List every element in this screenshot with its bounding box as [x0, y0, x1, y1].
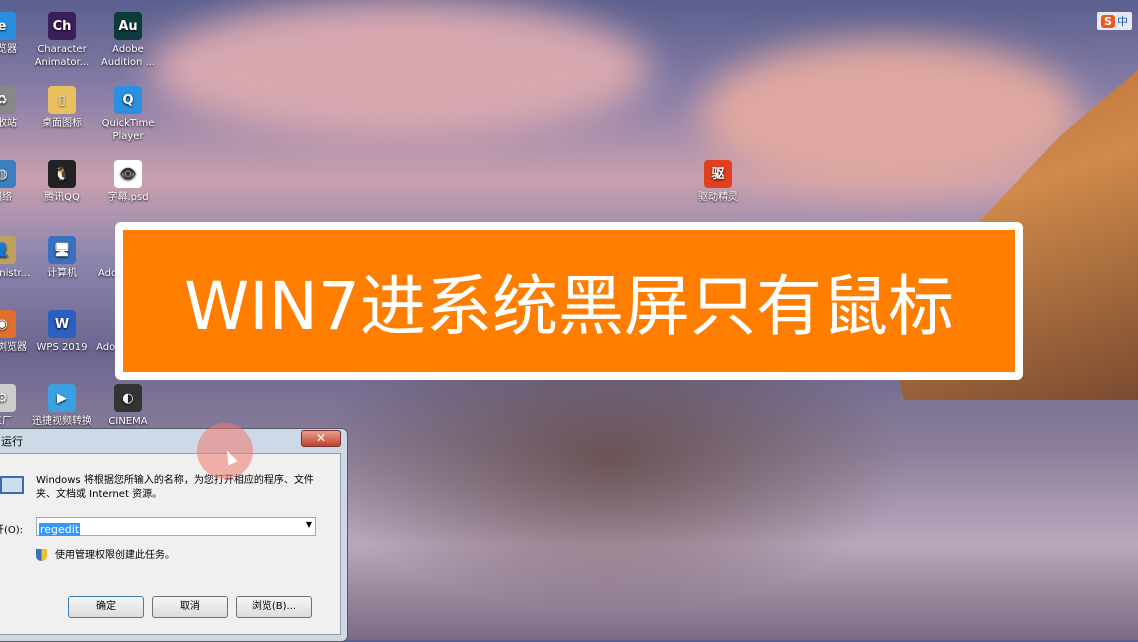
sogou-logo-icon: S — [1101, 14, 1115, 28]
app-icon: e — [0, 12, 16, 40]
icon-label: 安全浏览器 — [0, 342, 27, 353]
desktop-icon[interactable]: ▶ 迅捷视频转换 — [30, 384, 94, 428]
icon-label: 迅捷视频转换 — [32, 416, 92, 427]
app-icon: ▯ — [48, 86, 76, 114]
app-icon: ◐ — [114, 384, 142, 412]
desktop-icon[interactable]: e 浏览器 — [0, 12, 34, 56]
icon-label: 浏览器 — [0, 44, 17, 55]
uac-text: 使用管理权限创建此任务。 — [55, 550, 175, 561]
dialog-title: 运行 — [1, 435, 23, 448]
desktop-icon[interactable]: 👁 字幕.psd — [96, 160, 160, 204]
uac-note: 使用管理权限创建此任务。 — [36, 546, 175, 561]
cancel-button[interactable]: 取消 — [152, 596, 228, 618]
open-value[interactable]: regedit — [39, 523, 81, 536]
icon-label: 字幕.psd — [107, 192, 149, 203]
desktop-icon[interactable]: ◐ CINEMA — [96, 384, 160, 428]
desktop-icon[interactable]: ♻ 回收站 — [0, 86, 34, 130]
icon-label: Character Animator... — [34, 44, 90, 68]
icon-label: 计算机 — [47, 268, 77, 279]
dialog-body: Windows 将根据您所输入的名称，为您打开相应的程序、文件夹、文档或 Int… — [0, 453, 341, 635]
desktop-icon[interactable]: W WPS 2019 — [30, 310, 94, 354]
desktop-icon[interactable]: 👤 Administr... — [0, 236, 34, 280]
icon-label: WPS 2019 — [36, 342, 88, 353]
ime-mode: 中 — [1116, 15, 1128, 28]
run-dialog: 运行 ✕ Windows 将根据您所输入的名称，为您打开相应的程序、文件夹、文档… — [0, 428, 348, 642]
ime-indicator[interactable]: S 中 — [1097, 12, 1132, 30]
app-icon: W — [48, 310, 76, 338]
desktop-icon[interactable]: Q QuickTime Player — [96, 86, 160, 143]
app-icon: 👁 — [114, 160, 142, 188]
rocks — [260, 380, 960, 640]
icon-label: 驱动精灵 — [698, 192, 738, 203]
cloud — [150, 0, 650, 140]
app-icon: 🖥 — [48, 236, 76, 264]
desktop-icon[interactable]: Ch Character Animator... — [30, 12, 94, 69]
cloud — [700, 40, 1080, 190]
uac-shield-icon — [36, 549, 47, 561]
app-icon: ♻ — [0, 86, 16, 114]
ok-button[interactable]: 确定 — [68, 596, 144, 618]
desktop-icon[interactable]: 🐧 腾讯QQ — [30, 160, 94, 204]
icon-label: 回收站 — [0, 118, 17, 129]
app-icon: ◉ — [0, 310, 16, 338]
desktop-icon[interactable]: Au Adobe Audition ... — [96, 12, 160, 69]
desktop-icon[interactable]: ⚙ 工厂 — [0, 384, 34, 428]
desktop-icon[interactable]: ◍ 网络 — [0, 160, 34, 204]
icon-label: QuickTime Player — [101, 118, 155, 142]
desktop-icon[interactable]: 驱驱动精灵 — [686, 160, 750, 204]
close-button[interactable]: ✕ — [301, 430, 341, 447]
app-icon: Ch — [48, 12, 76, 40]
app-icon: Au — [114, 12, 142, 40]
desktop-icon[interactable]: ▯ 桌面图标 — [30, 86, 94, 130]
app-icon: ◍ — [0, 160, 16, 188]
dialog-message: Windows 将根据您所输入的名称，为您打开相应的程序、文件夹、文档或 Int… — [36, 475, 314, 500]
app-icon: 🐧 — [48, 160, 76, 188]
icon-label: CINEMA — [108, 416, 148, 427]
dropdown-arrow-icon[interactable]: ▼ — [306, 520, 312, 529]
title-banner: WIN7进系统黑屏只有鼠标 — [115, 222, 1023, 380]
icon-label: 工厂 — [0, 416, 12, 427]
icon-label: 桌面图标 — [42, 118, 82, 129]
app-icon: 👤 — [0, 236, 16, 264]
icon-label: Administr... — [0, 268, 31, 279]
open-label: 打开(O): — [0, 525, 24, 536]
app-icon: Q — [114, 86, 142, 114]
browse-button[interactable]: 浏览(B)... — [236, 596, 312, 618]
app-icon: ▶ — [48, 384, 76, 412]
icon-label: Adobe Audition ... — [100, 44, 156, 68]
icon-label: 腾讯QQ — [44, 192, 80, 203]
app-icon: 驱 — [704, 160, 732, 188]
run-icon — [0, 476, 24, 494]
open-combobox[interactable]: regedit ▼ — [36, 517, 316, 536]
banner-text: WIN7进系统黑屏只有鼠标 — [123, 230, 1015, 372]
desktop-icon[interactable]: 🖥 计算机 — [30, 236, 94, 280]
icon-label: 网络 — [0, 192, 12, 203]
app-icon: ⚙ — [0, 384, 16, 412]
desktop-icon[interactable]: ◉ 安全浏览器 — [0, 310, 34, 354]
